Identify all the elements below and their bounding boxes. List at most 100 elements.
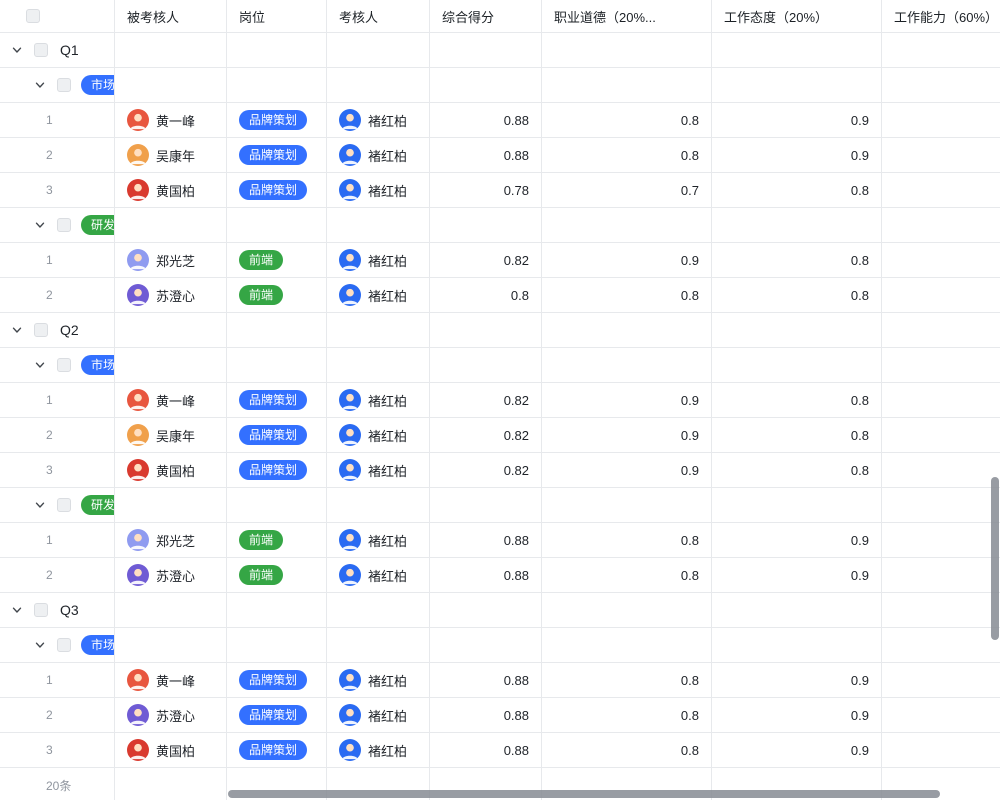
select-all-checkbox[interactable]	[26, 9, 40, 23]
ability-cell[interactable]	[882, 523, 1000, 557]
empty-cell[interactable]	[115, 628, 227, 662]
person-cell[interactable]: 郑光芝	[115, 523, 227, 557]
score-cell[interactable]: 0.88	[430, 663, 542, 697]
empty-cell[interactable]	[882, 488, 1000, 522]
score-cell[interactable]: 0.88	[430, 733, 542, 767]
row-checkbox[interactable]	[57, 218, 71, 232]
attitude-cell[interactable]: 0.9	[712, 698, 882, 732]
position-cell[interactable]: 品牌策划	[227, 418, 327, 452]
ethics-cell[interactable]: 0.8	[542, 103, 712, 137]
empty-cell[interactable]	[542, 628, 712, 662]
position-cell[interactable]: 品牌策划	[227, 103, 327, 137]
column-header-attitude[interactable]: 工作态度（20%）	[712, 0, 882, 32]
empty-cell[interactable]	[115, 313, 227, 347]
attitude-cell[interactable]: 0.9	[712, 103, 882, 137]
quarter-group-cell[interactable]: Q1	[0, 33, 115, 67]
position-cell[interactable]: 前端	[227, 523, 327, 557]
person-cell[interactable]: 吴康年	[115, 138, 227, 172]
ethics-cell[interactable]: 0.8	[542, 558, 712, 592]
attitude-cell[interactable]: 0.8	[712, 173, 882, 207]
quarter-group-cell[interactable]: Q2	[0, 313, 115, 347]
column-header-position[interactable]: 岗位	[227, 0, 327, 32]
ethics-cell[interactable]: 0.9	[542, 243, 712, 277]
row-checkbox[interactable]	[34, 603, 48, 617]
ability-cell[interactable]	[882, 103, 1000, 137]
person-cell[interactable]: 黄国柏	[115, 733, 227, 767]
attitude-cell[interactable]: 0.9	[712, 733, 882, 767]
person-cell[interactable]: 吴康年	[115, 418, 227, 452]
empty-cell[interactable]	[227, 33, 327, 67]
column-header-ability[interactable]: 工作能力（60%）	[882, 0, 1000, 32]
reviewer-cell[interactable]: 褚红柏	[327, 523, 430, 557]
empty-cell[interactable]	[227, 628, 327, 662]
empty-cell[interactable]	[227, 208, 327, 242]
ethics-cell[interactable]: 0.9	[542, 418, 712, 452]
score-cell[interactable]: 0.82	[430, 383, 542, 417]
empty-cell[interactable]	[227, 488, 327, 522]
person-cell[interactable]: 黄国柏	[115, 173, 227, 207]
row-checkbox[interactable]	[57, 358, 71, 372]
empty-cell[interactable]	[227, 313, 327, 347]
column-header-reviewer[interactable]: 考核人	[327, 0, 430, 32]
empty-cell[interactable]	[430, 348, 542, 382]
empty-cell[interactable]	[327, 68, 430, 102]
empty-cell[interactable]	[115, 348, 227, 382]
empty-cell[interactable]	[227, 68, 327, 102]
position-cell[interactable]: 前端	[227, 558, 327, 592]
ethics-cell[interactable]: 0.8	[542, 698, 712, 732]
person-cell[interactable]: 黄一峰	[115, 383, 227, 417]
score-cell[interactable]: 0.88	[430, 103, 542, 137]
empty-cell[interactable]	[542, 593, 712, 627]
ability-cell[interactable]	[882, 278, 1000, 312]
empty-cell[interactable]	[542, 208, 712, 242]
empty-cell[interactable]	[327, 628, 430, 662]
column-header-person[interactable]: 被考核人	[115, 0, 227, 32]
reviewer-cell[interactable]: 褚红柏	[327, 663, 430, 697]
score-cell[interactable]: 0.8	[430, 278, 542, 312]
person-cell[interactable]: 苏澄心	[115, 278, 227, 312]
empty-cell[interactable]	[327, 313, 430, 347]
position-cell[interactable]: 品牌策划	[227, 663, 327, 697]
empty-cell[interactable]	[430, 488, 542, 522]
department-group-cell[interactable]: 市场部	[0, 628, 115, 662]
attitude-cell[interactable]: 0.8	[712, 278, 882, 312]
empty-cell[interactable]	[327, 33, 430, 67]
empty-cell[interactable]	[882, 313, 1000, 347]
ability-cell[interactable]	[882, 138, 1000, 172]
ability-cell[interactable]	[882, 243, 1000, 277]
vertical-scrollbar[interactable]	[991, 477, 999, 640]
person-cell[interactable]: 黄一峰	[115, 103, 227, 137]
reviewer-cell[interactable]: 褚红柏	[327, 698, 430, 732]
attitude-cell[interactable]: 0.9	[712, 663, 882, 697]
person-cell[interactable]: 苏澄心	[115, 558, 227, 592]
empty-cell[interactable]	[542, 348, 712, 382]
empty-cell[interactable]	[327, 348, 430, 382]
person-cell[interactable]: 苏澄心	[115, 698, 227, 732]
score-cell[interactable]: 0.82	[430, 243, 542, 277]
row-checkbox[interactable]	[57, 78, 71, 92]
reviewer-cell[interactable]: 褚红柏	[327, 418, 430, 452]
department-group-cell[interactable]: 研发部	[0, 208, 115, 242]
empty-cell[interactable]	[430, 313, 542, 347]
empty-cell[interactable]	[712, 348, 882, 382]
empty-cell[interactable]	[115, 68, 227, 102]
empty-cell[interactable]	[882, 208, 1000, 242]
reviewer-cell[interactable]: 褚红柏	[327, 103, 430, 137]
row-checkbox[interactable]	[34, 323, 48, 337]
person-cell[interactable]: 黄一峰	[115, 663, 227, 697]
reviewer-cell[interactable]: 褚红柏	[327, 278, 430, 312]
ethics-cell[interactable]: 0.9	[542, 453, 712, 487]
horizontal-scrollbar[interactable]	[228, 790, 940, 798]
empty-cell[interactable]	[115, 33, 227, 67]
ethics-cell[interactable]: 0.7	[542, 173, 712, 207]
empty-cell[interactable]	[712, 593, 882, 627]
position-cell[interactable]: 品牌策划	[227, 453, 327, 487]
ethics-cell[interactable]: 0.8	[542, 138, 712, 172]
empty-cell[interactable]	[327, 488, 430, 522]
position-cell[interactable]: 前端	[227, 243, 327, 277]
empty-cell[interactable]	[882, 68, 1000, 102]
ability-cell[interactable]	[882, 418, 1000, 452]
empty-cell[interactable]	[712, 68, 882, 102]
position-cell[interactable]: 前端	[227, 278, 327, 312]
score-cell[interactable]: 0.88	[430, 138, 542, 172]
